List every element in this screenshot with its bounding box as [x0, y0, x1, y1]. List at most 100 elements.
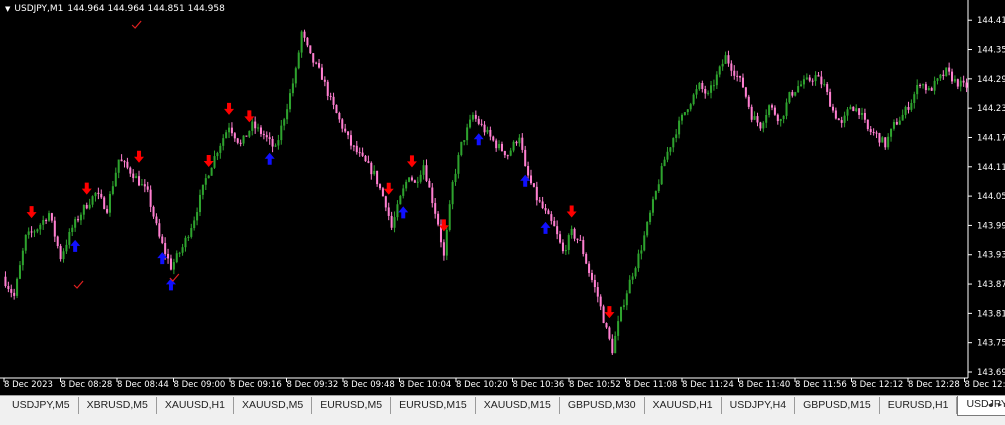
check-mark-icon — [132, 21, 141, 28]
y-tick-label: 143.995 — [977, 221, 1005, 231]
candle-body — [179, 253, 181, 254]
y-tick-label: 144.055 — [977, 192, 1005, 202]
candle-body — [324, 80, 326, 82]
x-tick-label: 8 Dec 12:44 — [965, 380, 1005, 390]
candle-body — [402, 188, 404, 195]
x-tick-label: 8 Dec 10:36 — [513, 380, 565, 390]
candle-body — [533, 183, 535, 187]
chart-tab[interactable]: EURUSD,H1 — [880, 397, 958, 414]
chart-menu-triangle-icon[interactable]: ▼ — [5, 5, 10, 13]
chart-tab[interactable]: GBPUSD,M15 — [795, 397, 880, 414]
candle-body — [161, 237, 163, 243]
candle-body — [815, 75, 817, 81]
candle-body — [28, 231, 30, 234]
y-tick-label: 144.115 — [977, 163, 1005, 173]
candle-body — [571, 229, 573, 235]
candle-body — [338, 113, 340, 119]
candle-body — [341, 119, 343, 128]
candle-body — [330, 96, 332, 97]
candle-body — [39, 225, 41, 230]
price-chart[interactable]: 144.415144.355144.295144.235144.175144.1… — [0, 0, 1005, 395]
candle-body — [344, 129, 346, 132]
chart-area[interactable]: 144.415144.355144.295144.235144.175144.1… — [0, 0, 1005, 395]
candle-body — [457, 155, 459, 174]
candle-body — [527, 166, 529, 175]
chart-tab[interactable]: USDJPY,M5 — [4, 397, 79, 414]
candle-body — [873, 132, 875, 133]
candle-body — [765, 115, 767, 123]
chart-tab[interactable]: XAUUSD,H1 — [645, 397, 722, 414]
candle-body — [495, 141, 497, 149]
candle-body — [736, 76, 738, 77]
chart-tab[interactable]: XBRUSD,M5 — [79, 397, 157, 414]
y-tick-label: 143.875 — [977, 280, 1005, 290]
candle-body — [45, 220, 47, 221]
candle-body — [727, 55, 729, 63]
candle-body — [321, 68, 323, 80]
candle-body — [603, 306, 605, 323]
buy-arrow-icon — [166, 278, 176, 290]
candle-body — [530, 175, 532, 183]
candle-body — [568, 235, 570, 250]
candle-body — [867, 120, 869, 129]
candle-body — [292, 83, 294, 93]
chart-tab[interactable]: USDJPY,H4 — [722, 397, 795, 414]
candle-body — [896, 122, 898, 125]
y-tick-label: 144.355 — [977, 46, 1005, 56]
chart-tab[interactable]: GBPUSD,M30 — [560, 397, 645, 414]
candle-body — [472, 115, 474, 120]
candle-body — [63, 251, 65, 259]
candle-body — [138, 176, 140, 185]
candle-body — [184, 238, 186, 247]
candle-body — [353, 146, 355, 147]
candle-body — [74, 219, 76, 228]
candle-body — [463, 140, 465, 142]
sell-arrow-icon — [27, 206, 37, 218]
candle-body — [542, 201, 544, 208]
candle-body — [228, 128, 230, 133]
candle-body — [669, 147, 671, 151]
buy-arrow-icon — [70, 240, 80, 252]
candle-body — [170, 258, 172, 269]
chart-tab[interactable]: XAUUSD,M5 — [234, 397, 312, 414]
candle-body — [414, 180, 416, 182]
chart-tab[interactable]: XAUUSD,M15 — [476, 397, 560, 414]
candle-body — [922, 84, 924, 85]
chart-tab[interactable]: EURUSD,M5 — [312, 397, 391, 414]
candle-body — [367, 161, 369, 163]
candle-body — [266, 135, 268, 137]
x-tick-label: 8 Dec 11:24 — [682, 380, 734, 390]
chart-tab[interactable]: EURUSD,M15 — [391, 397, 476, 414]
candle-body — [812, 81, 814, 82]
candle-body — [80, 215, 82, 221]
candle-body — [739, 76, 741, 78]
candle-body — [719, 66, 721, 74]
candle-body — [754, 116, 756, 120]
candle-body — [861, 113, 863, 115]
candle-body — [187, 237, 189, 238]
x-tick-label: 8 Dec 09:48 — [343, 380, 395, 390]
chart-tab[interactable]: XAUUSD,H1 — [157, 397, 234, 414]
tab-scroll-right-icon[interactable]: ▸ — [995, 397, 1005, 413]
candle-body — [707, 93, 709, 94]
candle-body — [272, 139, 274, 147]
candle-body — [315, 63, 317, 64]
tab-scroll-left-icon[interactable]: ◂ — [985, 397, 995, 413]
candle-body — [498, 144, 500, 148]
candle-body — [379, 184, 381, 188]
candle-body — [925, 84, 927, 90]
candle-body — [710, 85, 712, 93]
candle-body — [309, 45, 311, 53]
sell-arrow-icon — [204, 155, 214, 167]
candle-body — [876, 133, 878, 134]
candle-body — [25, 235, 27, 251]
candle-body — [257, 128, 259, 129]
x-tick-label: 8 Dec 09:16 — [230, 380, 282, 390]
candle-body — [225, 132, 227, 138]
candle-body — [817, 75, 819, 76]
candle-body — [219, 146, 221, 153]
candle-body — [388, 207, 390, 215]
candle-body — [446, 230, 448, 256]
candle-body — [129, 168, 131, 174]
candle-body — [783, 116, 785, 119]
